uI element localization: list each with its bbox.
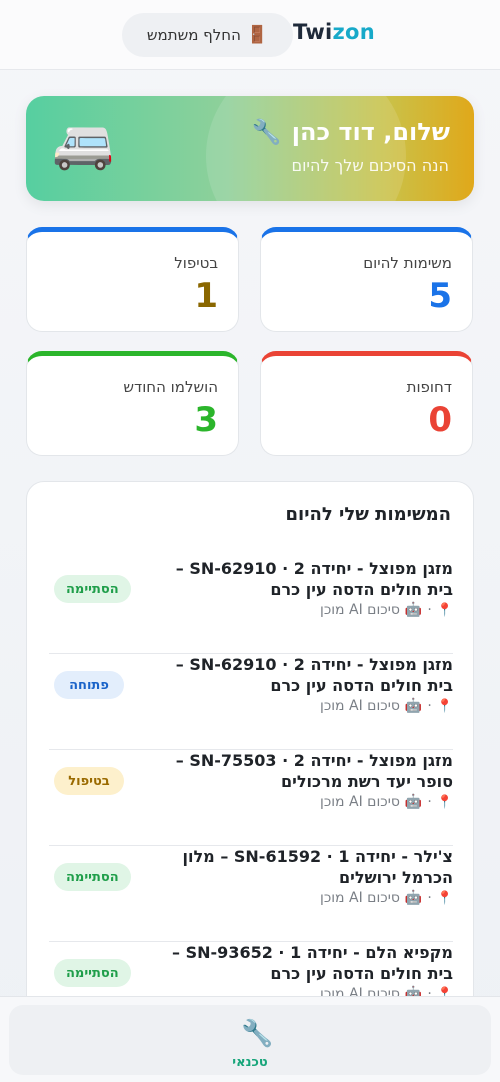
ai-summary-label: סיכום AI מוכן bbox=[320, 602, 400, 618]
task-meta: 📍 · 🤖 סיכום AI מוכן bbox=[320, 602, 453, 618]
task-title: מקפיא הלם - יחידה 1 · SN-93652 – בית חול… bbox=[172, 943, 453, 983]
robot-icon: 🤖 bbox=[404, 698, 423, 714]
separator: · bbox=[427, 890, 432, 906]
stat-value: 0 bbox=[428, 400, 452, 440]
stat-value: 1 bbox=[194, 276, 218, 316]
task-title: מזגן מפוצל - יחידה 2 · SN-62910 – בית חו… bbox=[175, 655, 453, 695]
ai-summary-label: סיכום AI מוכן bbox=[320, 698, 400, 714]
door-icon: 🚪 bbox=[246, 25, 269, 45]
task-item[interactable]: מזגן מפוצל - יחידה 2 · SN-62910 – בית חו… bbox=[49, 558, 453, 654]
stat-value: 3 bbox=[194, 400, 218, 440]
wrench-icon: 🔧 bbox=[241, 1019, 274, 1049]
greeting-card: שלום, דוד כהן 🔧 הנה הסיכום שלך להיום 🚐 bbox=[26, 96, 474, 201]
location-pin-icon: 📍 bbox=[436, 602, 453, 618]
robot-icon: 🤖 bbox=[404, 890, 423, 906]
stat-label: דחופות bbox=[406, 378, 452, 396]
stat-label: משימות להיום bbox=[363, 254, 452, 272]
location-pin-icon: 📍 bbox=[436, 890, 453, 906]
status-badge: הסתיימה bbox=[54, 959, 131, 987]
brand-name-part2: zon bbox=[332, 20, 376, 44]
location-pin-icon: 📍 bbox=[436, 698, 453, 714]
task-meta: 📍 · 🤖 סיכום AI מוכן bbox=[320, 890, 453, 906]
stat-card-tasks-today[interactable]: משימות להיום 5 bbox=[260, 227, 473, 332]
task-item[interactable]: מזגן מפוצל - יחידה 2 · SN-62910 – בית חו… bbox=[49, 654, 453, 750]
stat-card-completed-month[interactable]: הושלמו החודש 3 bbox=[26, 351, 239, 456]
status-badge: הסתיימה bbox=[54, 575, 131, 603]
stat-card-urgent[interactable]: דחופות 0 bbox=[260, 351, 473, 456]
separator: · bbox=[427, 698, 432, 714]
robot-icon: 🤖 bbox=[404, 794, 423, 810]
greeting-title-row: שלום, דוד כהן 🔧 bbox=[252, 118, 450, 146]
separator: · bbox=[427, 602, 432, 618]
status-badge: בטיפול bbox=[54, 767, 124, 795]
ai-summary-label: סיכום AI מוכן bbox=[320, 794, 400, 810]
task-meta: 📍 · 🤖 סיכום AI מוכן bbox=[320, 794, 453, 810]
switch-user-label: החלף משתמש bbox=[146, 26, 241, 44]
ai-summary-label: סיכום AI מוכן bbox=[320, 890, 400, 906]
status-badge: פתוחה bbox=[54, 671, 124, 699]
nav-tab-label: טכנאי bbox=[232, 1055, 268, 1070]
stat-card-in-progress[interactable]: בטיפול 1 bbox=[26, 227, 239, 332]
greeting-subtitle: הנה הסיכום שלך להיום bbox=[291, 156, 449, 175]
brand-logo: Twizon bbox=[293, 20, 375, 44]
status-badge: הסתיימה bbox=[54, 863, 131, 891]
task-item[interactable]: מזגן מפוצל - יחידה 2 · SN-75503 – סופר י… bbox=[49, 750, 453, 846]
task-title: צ'ילר - יחידה 1 · SN-61592 – מלון הכרמל … bbox=[182, 847, 454, 887]
stat-label: הושלמו החודש bbox=[123, 378, 218, 396]
panel-title: המשימות שלי להיום bbox=[285, 504, 451, 525]
decorative-glow bbox=[206, 96, 406, 201]
app-header: Twizon 🚪 החלף משתמש bbox=[0, 0, 500, 70]
my-tasks-panel: המשימות שלי להיום מזגן מפוצל - יחידה 2 ·… bbox=[26, 481, 474, 1081]
separator: · bbox=[427, 794, 432, 810]
task-item[interactable]: צ'ילר - יחידה 1 · SN-61592 – מלון הכרמל … bbox=[49, 846, 453, 942]
task-title: מזגן מפוצל - יחידה 2 · SN-62910 – בית חו… bbox=[175, 559, 453, 599]
greeting-title: שלום, דוד כהן bbox=[291, 118, 450, 146]
wrench-icon: 🔧 bbox=[251, 118, 282, 146]
nav-tab-technician[interactable]: 🔧 טכנאי bbox=[9, 1005, 491, 1075]
stat-value: 5 bbox=[428, 276, 452, 316]
van-icon: 🚐 bbox=[52, 114, 115, 172]
task-meta: 📍 · 🤖 סיכום AI מוכן bbox=[320, 698, 453, 714]
location-pin-icon: 📍 bbox=[436, 794, 453, 810]
task-title: מזגן מפוצל - יחידה 2 · SN-75503 – סופר י… bbox=[175, 751, 453, 791]
bottom-navigation: 🔧 טכנאי bbox=[0, 996, 500, 1082]
brand-name-part1: Twi bbox=[293, 20, 333, 44]
robot-icon: 🤖 bbox=[404, 602, 423, 618]
switch-user-button[interactable]: 🚪 החלף משתמש bbox=[122, 13, 293, 57]
stat-label: בטיפול bbox=[174, 254, 218, 272]
